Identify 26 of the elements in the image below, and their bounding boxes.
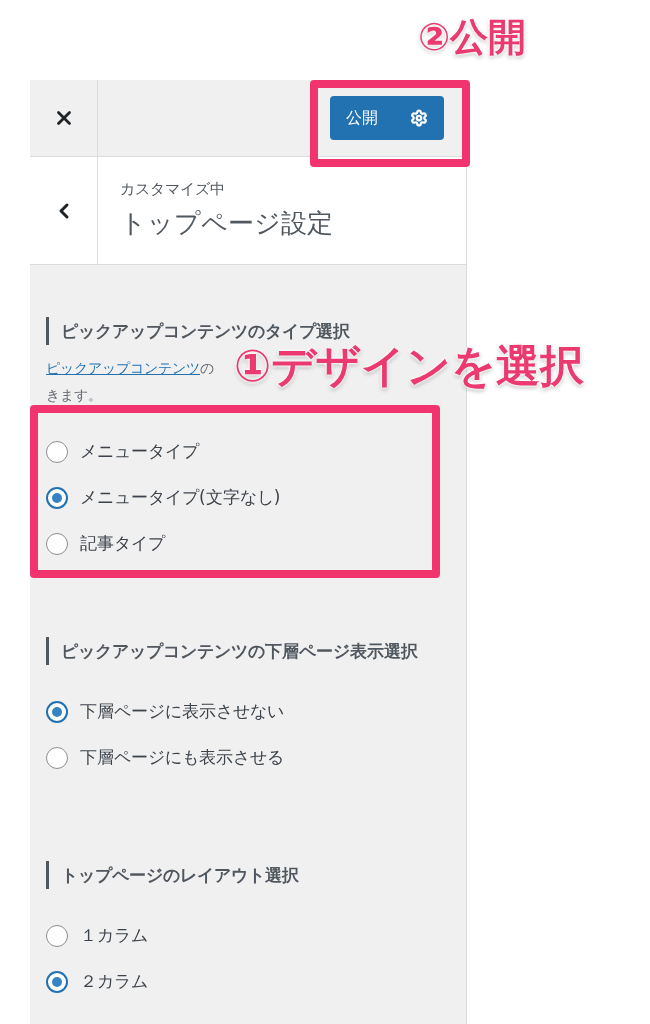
header-caption: カスタマイズ中 [120, 178, 226, 200]
pickup-link[interactable]: ピックアップコンテンツ [46, 360, 200, 376]
section-title: トップページのレイアウト選択 [61, 864, 300, 887]
header-title: トップページ設定 [120, 207, 333, 241]
radio-label: ２カラム [80, 970, 148, 994]
radio-label: メニュータイプ(文字なし) [80, 486, 281, 510]
radio-button[interactable] [46, 971, 68, 993]
radio-button[interactable] [46, 533, 68, 555]
annotation-label: ①デザインを選択 [234, 344, 585, 388]
section-title: ピックアップコンテンツの下層ページ表示選択 [61, 640, 419, 663]
radio-button[interactable] [46, 441, 68, 463]
radio-button[interactable] [46, 925, 68, 947]
section-description: ピックアップコンテンツの [46, 359, 214, 378]
radio-button[interactable] [46, 487, 68, 509]
section-title: ピックアップコンテンツのタイプ選択 [61, 320, 351, 343]
radio-label: 記事タイプ [80, 532, 165, 556]
radio-button[interactable] [46, 747, 68, 769]
radio-button[interactable] [46, 701, 68, 723]
section-description: きます。 [46, 386, 102, 405]
publish-button[interactable]: 公開 [330, 96, 444, 140]
radio-label: １カラム [80, 924, 148, 948]
annotation-label: ②公開 [418, 18, 527, 56]
radio-label: メニュータイプ [80, 440, 199, 464]
radio-label: 下層ページにも表示させる [80, 746, 284, 770]
settings-icon [410, 109, 428, 127]
radio-label: 下層ページに表示させない [80, 700, 284, 724]
